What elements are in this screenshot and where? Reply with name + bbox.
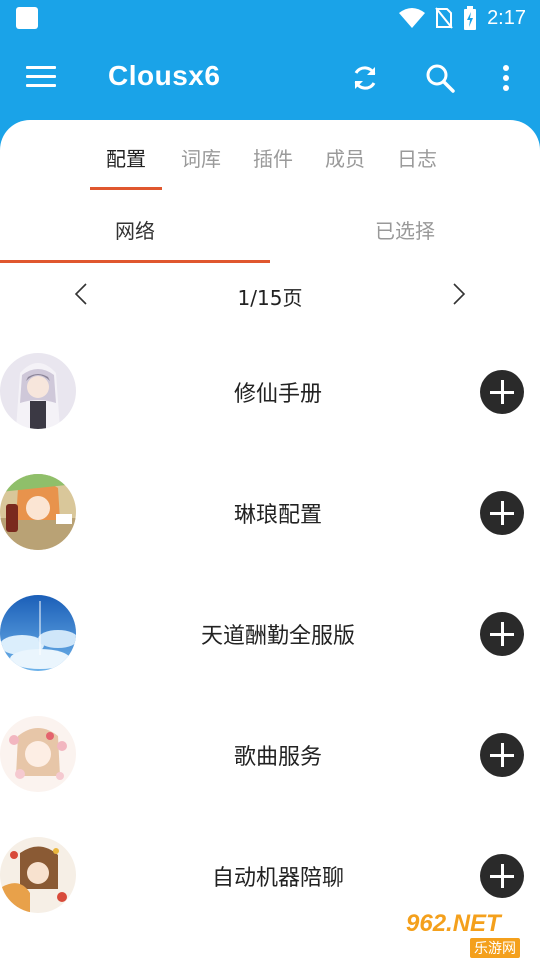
tab-members[interactable]: 成员 [309, 143, 381, 172]
battery-charging-icon [464, 6, 477, 30]
refresh-icon[interactable] [349, 62, 381, 94]
page-indicator: 1/15页 [237, 286, 303, 310]
main-tabs: 配置 词库 插件 成员 日志 [0, 135, 540, 191]
menu-icon[interactable] [26, 66, 56, 90]
avatar [0, 353, 76, 429]
watermark-sub-text: 乐游网 [470, 938, 520, 958]
active-subtab-indicator [0, 260, 270, 263]
item-title: 琳琅配置 [233, 503, 322, 528]
add-button[interactable] [480, 854, 524, 898]
item-title: 歌曲服务 [233, 745, 322, 770]
add-button[interactable] [480, 733, 524, 777]
avatar [0, 837, 76, 913]
active-tab-indicator [90, 187, 162, 190]
avatar [0, 474, 76, 550]
sub-tabs: 网络 已选择 [0, 200, 540, 266]
watermark-main-text: 962.NET [406, 910, 501, 937]
app-bar: Clousx6 [0, 36, 540, 120]
tab-lexicon[interactable]: 词库 [165, 143, 237, 172]
list-item[interactable]: 琳琅配置 [0, 451, 540, 572]
avatar [0, 716, 76, 792]
wifi-icon [399, 8, 426, 28]
chevron-left-icon[interactable] [70, 282, 94, 306]
avatar [0, 595, 76, 671]
notification-square-icon [16, 7, 38, 29]
list-item[interactable]: 修仙手册 [0, 330, 540, 451]
subtab-selected[interactable]: 已选择 [270, 215, 540, 244]
app-title: Clousx6 [108, 60, 221, 91]
tab-plugins[interactable]: 插件 [237, 143, 309, 172]
item-title: 自动机器陪聊 [211, 866, 344, 891]
subtab-network[interactable]: 网络 [0, 215, 270, 244]
tab-config[interactable]: 配置 [90, 143, 162, 172]
status-bar: 2:17 [0, 0, 540, 36]
add-button[interactable] [480, 491, 524, 535]
item-title: 天道酬勤全服版 [200, 624, 355, 649]
watermark-logo: 962.NET 乐游网 [400, 908, 540, 960]
more-vert-icon[interactable] [492, 62, 520, 94]
no-sim-icon [435, 7, 453, 29]
item-title: 修仙手册 [233, 382, 322, 407]
pagination: 1/15页 [0, 270, 540, 320]
list-item[interactable]: 天道酬勤全服版 [0, 572, 540, 693]
tab-logs[interactable]: 日志 [381, 143, 453, 172]
search-icon[interactable] [424, 62, 456, 94]
list-item[interactable]: 歌曲服务 [0, 693, 540, 814]
add-button[interactable] [480, 612, 524, 656]
chevron-right-icon[interactable] [446, 282, 470, 306]
status-time: 2:17 [487, 6, 526, 29]
add-button[interactable] [480, 370, 524, 414]
